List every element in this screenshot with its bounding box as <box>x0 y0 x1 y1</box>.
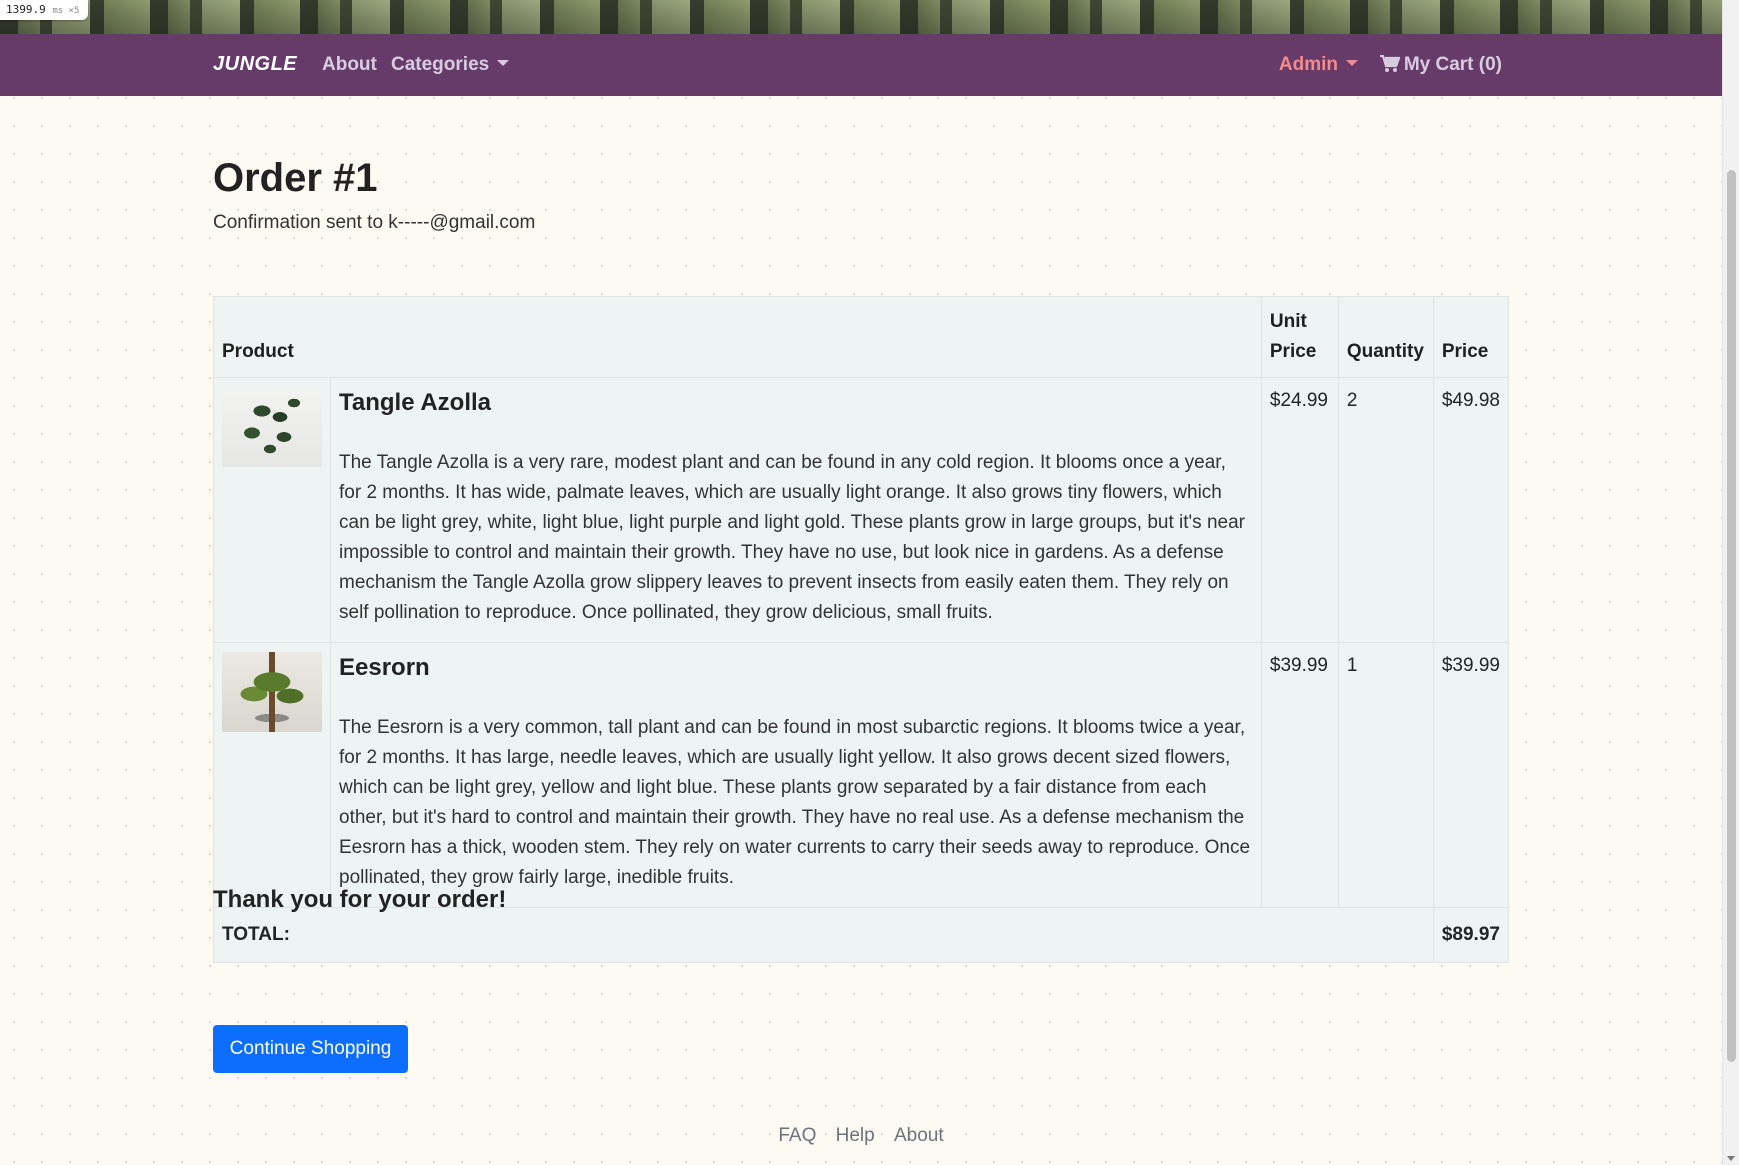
table-row: Tangle Azolla The Tangle Azolla is a ver… <box>213 377 1510 643</box>
cart-icon <box>1379 55 1400 72</box>
nav-admin-label: Admin <box>1278 54 1338 75</box>
scrollbar-thumb[interactable] <box>1727 170 1736 1062</box>
nav-cart-link[interactable]: My Cart (0) <box>1379 54 1502 76</box>
perf-overlay: 1399.9 ms ×5 <box>0 0 88 20</box>
footer-help-link[interactable]: Help <box>836 1125 875 1146</box>
chevron-down-icon <box>497 60 510 66</box>
confirmation-text: Confirmation sent to k-----@gmail.com <box>213 212 536 233</box>
table-header-row: Product Unit Price Quantity Price <box>213 296 1510 378</box>
product-image-cell <box>213 377 331 643</box>
navbar: JUNGLE About Categories Admin My Cart (0… <box>0 34 1722 96</box>
product-image-cell <box>213 642 331 908</box>
order-table: Product Unit Price Quantity Price Tangle… <box>213 296 1510 963</box>
quantity-cell: 1 <box>1337 642 1434 908</box>
chevron-down-icon <box>1346 60 1358 66</box>
total-value: $89.97 <box>1432 907 1510 963</box>
nav-admin-dropdown[interactable]: Admin <box>1279 54 1358 76</box>
product-description: The Tangle Azolla is a very rare, modest… <box>339 452 1245 623</box>
total-row: TOTAL: $89.97 <box>213 907 1510 963</box>
product-info-cell: Tangle Azolla The Tangle Azolla is a ver… <box>330 377 1262 643</box>
nav-categories-dropdown[interactable]: Categories <box>391 54 510 76</box>
scroll-down-arrow-icon[interactable] <box>1727 1156 1735 1161</box>
column-header-quantity: Quantity <box>1337 296 1434 378</box>
quantity-cell: 2 <box>1337 377 1434 643</box>
continue-shopping-button[interactable]: Continue Shopping <box>213 1025 408 1073</box>
product-description: The Eesrorn is a very common, tall plant… <box>339 717 1251 888</box>
column-header-product: Product <box>213 296 1262 378</box>
nav-cart-label: My Cart (0) <box>1403 54 1502 75</box>
product-info-cell: Eesrorn The Eesrorn is a very common, ta… <box>330 642 1262 908</box>
product-image <box>222 652 322 732</box>
header-banner-image <box>0 0 1722 34</box>
page-title: Order #1 <box>213 156 378 200</box>
unit-price-cell: $39.99 <box>1260 642 1339 908</box>
nav-about-link[interactable]: About <box>322 54 377 76</box>
scrollbar[interactable] <box>1722 0 1739 1165</box>
price-cell: $49.98 <box>1432 377 1510 643</box>
product-name: Tangle Azolla <box>339 389 492 416</box>
brand-logo[interactable]: JUNGLE <box>213 53 297 76</box>
product-name: Eesrorn <box>339 654 430 681</box>
order-page: Order #1 Confirmation sent to k-----@gma… <box>213 96 1510 963</box>
column-header-price: Price <box>1432 296 1510 378</box>
footer-faq-link[interactable]: FAQ <box>778 1125 816 1146</box>
product-image <box>222 387 322 467</box>
table-row: Eesrorn The Eesrorn is a very common, ta… <box>213 642 1510 908</box>
price-cell: $39.99 <box>1432 642 1510 908</box>
unit-price-cell: $24.99 <box>1260 377 1339 643</box>
column-header-unit-price: Unit Price <box>1260 296 1339 378</box>
perf-unit: ms ×5 <box>52 6 80 16</box>
footer-about-link[interactable]: About <box>894 1125 944 1146</box>
nav-categories-label: Categories <box>391 54 490 75</box>
total-label: TOTAL: <box>213 907 1434 963</box>
footer: FAQ Help About <box>0 1125 1722 1147</box>
thank-you-message: Thank you for your order! <box>213 886 507 913</box>
perf-value: 1399.9 <box>6 3 46 16</box>
